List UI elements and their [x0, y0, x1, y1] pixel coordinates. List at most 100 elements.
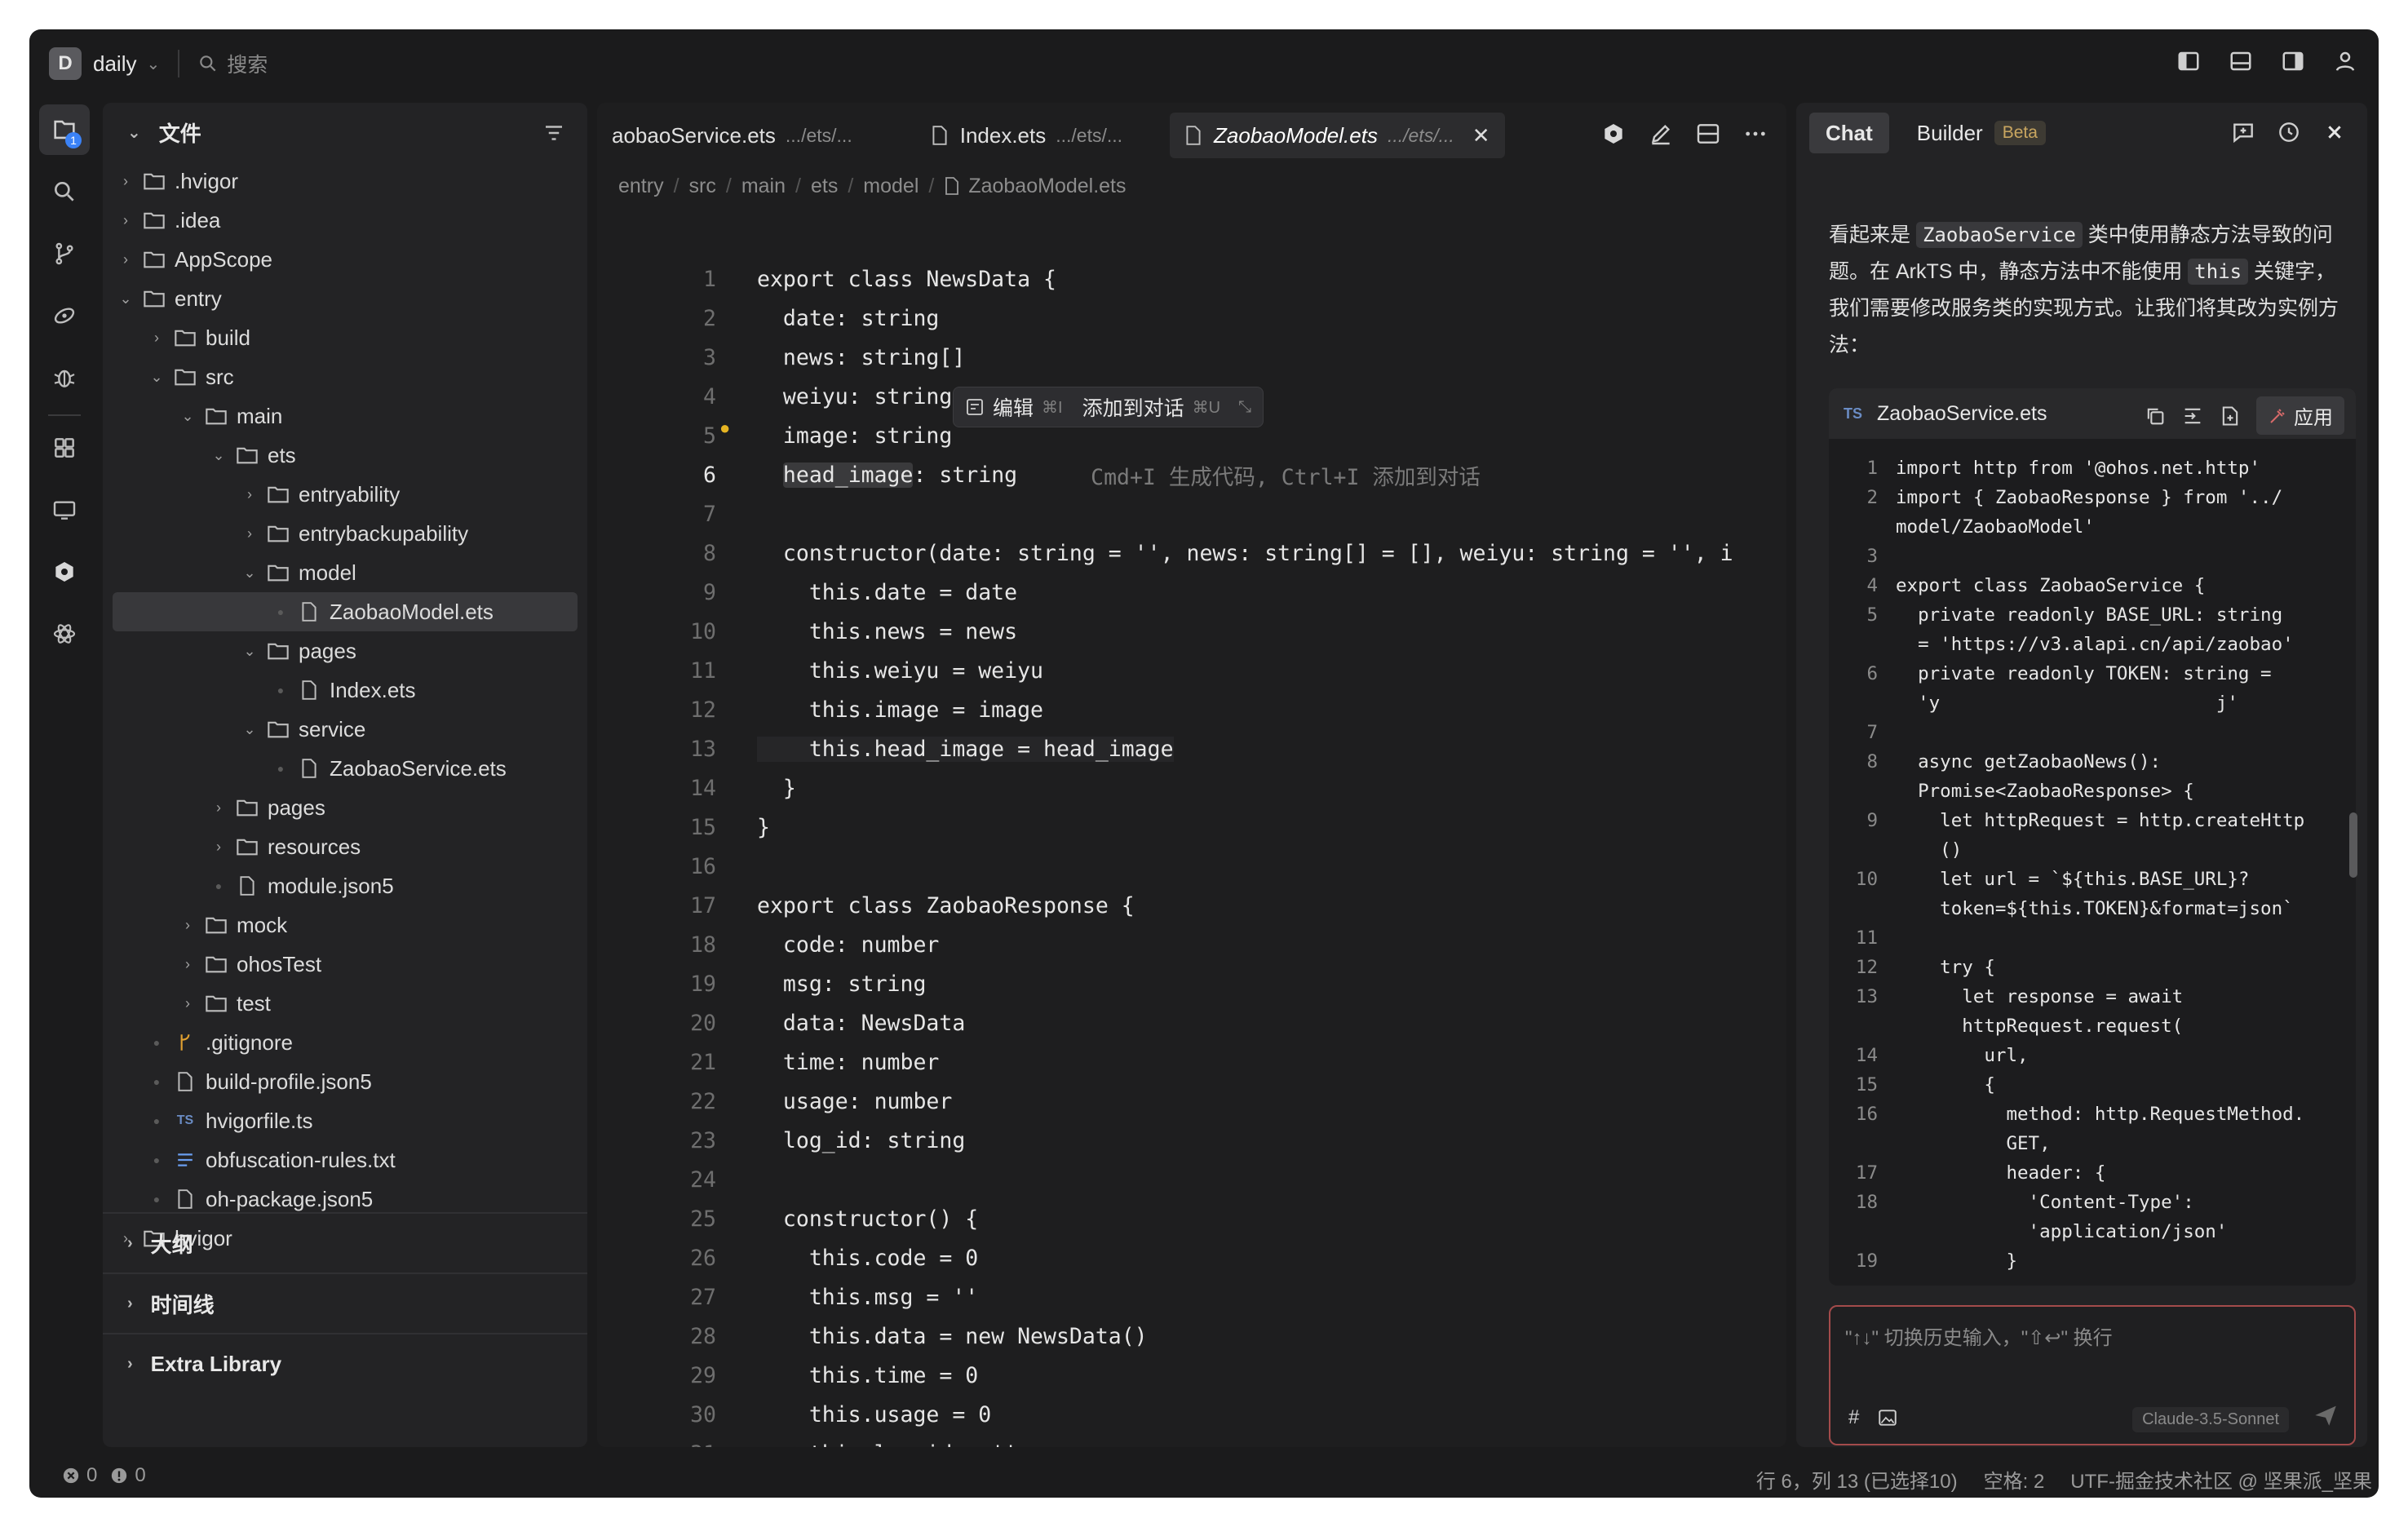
workspace-avatar[interactable]: D: [49, 47, 82, 80]
tree-folder[interactable]: ⌄ pages: [103, 631, 587, 671]
tree-file[interactable]: ● ZaobaoModel.ets: [113, 592, 578, 631]
breadcrumb-item[interactable]: ZaobaoModel.ets: [968, 175, 1126, 198]
close-icon[interactable]: ✕: [1472, 123, 1490, 148]
debug-icon[interactable]: [39, 352, 90, 403]
tab-chat[interactable]: Chat: [1809, 113, 1889, 153]
toggle-left-panel-icon[interactable]: [2175, 47, 2202, 75]
breadcrumb-item[interactable]: main: [741, 175, 786, 198]
tree-folder[interactable]: › AppScope: [103, 240, 587, 279]
close-icon[interactable]: [2322, 119, 2348, 145]
chevron-right-icon[interactable]: ›: [116, 251, 135, 268]
cursor-position[interactable]: 行 6，列 13 (已选择10): [1756, 1465, 1958, 1494]
chevron-down-icon[interactable]: ⌄: [240, 721, 259, 738]
image-icon[interactable]: [1877, 1407, 1898, 1428]
chevron-right-icon[interactable]: ›: [240, 525, 259, 542]
search-icon[interactable]: [197, 53, 219, 74]
explorer-icon[interactable]: 1: [39, 104, 90, 155]
remote-icon[interactable]: [39, 290, 90, 341]
scrollbar[interactable]: [2349, 812, 2357, 878]
chevron-right-icon[interactable]: ›: [209, 799, 228, 817]
code-editor[interactable]: 1 export class NewsData {2 date: string 3 …: [597, 259, 1786, 1448]
tree-folder[interactable]: › .idea: [103, 201, 587, 240]
tree-folder[interactable]: ⌄ main: [103, 396, 587, 436]
chevron-right-icon[interactable]: ›: [116, 173, 135, 190]
account-icon[interactable]: [2331, 47, 2359, 75]
chevron-down-icon[interactable]: ⌄: [147, 369, 166, 386]
tree-folder[interactable]: › entrybackupability: [103, 514, 587, 553]
toggle-bottom-panel-icon[interactable]: [2227, 47, 2255, 75]
chevron-right-icon[interactable]: ›: [240, 486, 259, 503]
tree-file[interactable]: ● Index.ets: [103, 671, 587, 710]
filter-icon[interactable]: [542, 121, 566, 145]
workspace-name[interactable]: daily: [93, 51, 136, 77]
add-to-chat-button[interactable]: 添加到对话: [1082, 392, 1184, 422]
problems-indicator[interactable]: 0 0: [62, 1464, 146, 1487]
tree-folder[interactable]: › ohosTest: [103, 945, 587, 984]
chevron-down-icon[interactable]: ⌄: [209, 447, 228, 464]
chevron-right-icon[interactable]: ›: [209, 839, 228, 856]
breadcrumb-item[interactable]: ets: [811, 175, 838, 198]
chevron-right-icon[interactable]: ›: [127, 1295, 133, 1313]
chevron-down-icon[interactable]: ⌄: [240, 643, 259, 660]
breadcrumb-item[interactable]: model: [863, 175, 918, 198]
split-editor-icon[interactable]: [1695, 121, 1721, 147]
tree-folder[interactable]: ⌄ ets: [103, 436, 587, 475]
chevron-down-icon[interactable]: ⌄: [178, 408, 197, 425]
tree-file[interactable]: ● module.json5: [103, 866, 587, 905]
extensions-icon[interactable]: [39, 423, 90, 473]
tree-folder[interactable]: ⌄ src: [103, 357, 587, 396]
search-icon[interactable]: [39, 166, 90, 217]
copy-icon[interactable]: [2144, 405, 2167, 427]
breadcrumb-item[interactable]: entry: [618, 175, 664, 198]
chevron-down-icon[interactable]: ⌄: [127, 122, 141, 143]
tree-folder[interactable]: › resources: [103, 827, 587, 866]
tab-zaobao-service[interactable]: aobaoService.ets .../ets/...: [597, 113, 867, 158]
chevron-right-icon[interactable]: ›: [127, 1234, 133, 1253]
chevron-down-icon[interactable]: ⌄: [240, 564, 259, 582]
new-file-icon[interactable]: [2219, 405, 2242, 427]
chevron-right-icon[interactable]: ›: [116, 212, 135, 229]
send-icon[interactable]: [2312, 1401, 2339, 1429]
tree-folder[interactable]: ⌄ model: [103, 553, 587, 592]
code-block-filename[interactable]: ZaobaoService.ets: [1877, 402, 2047, 426]
harmony-icon[interactable]: [1600, 121, 1627, 147]
encoding[interactable]: UTF-掘金技术社区 @ 坚果派_坚果: [2070, 1465, 2372, 1494]
tab-zaobao-model[interactable]: ZaobaoModel.ets .../ets/... ✕: [1170, 113, 1505, 158]
tab-builder[interactable]: Builder Beta: [1901, 113, 2062, 153]
tree-folder[interactable]: › build: [103, 318, 587, 357]
tree-folder[interactable]: › mock: [103, 905, 587, 945]
new-chat-icon[interactable]: [2230, 119, 2256, 145]
tree-folder[interactable]: ⌄ entry: [103, 279, 587, 318]
tree-folder[interactable]: ⌄ service: [103, 710, 587, 749]
chevron-right-icon[interactable]: ›: [147, 330, 166, 347]
tree-folder[interactable]: › .hvigor: [103, 162, 587, 201]
tab-index[interactable]: Index.ets .../ets/...: [916, 113, 1137, 158]
device-icon[interactable]: [39, 485, 90, 535]
apply-button[interactable]: 应用: [2256, 396, 2344, 435]
tree-file[interactable]: ● .gitignore: [103, 1023, 587, 1062]
timeline-section[interactable]: › 时间线: [103, 1272, 587, 1333]
chevron-right-icon[interactable]: ›: [178, 917, 197, 934]
chat-input[interactable]: "↑↓" 切换历史输入，"⇧↩" 换行 # Claude-3.5-Sonnet: [1829, 1305, 2356, 1445]
tree-folder[interactable]: › test: [103, 984, 587, 1023]
chevron-down-icon[interactable]: ⌄: [146, 54, 160, 74]
chevron-right-icon[interactable]: ›: [178, 995, 197, 1012]
model-selector[interactable]: Claude-3.5-Sonnet: [2132, 1407, 2289, 1432]
harmony-icon[interactable]: [39, 547, 90, 597]
indentation[interactable]: 空格: 2: [1984, 1465, 2045, 1494]
tree-folder[interactable]: › entryability: [103, 475, 587, 514]
edit-icon[interactable]: [1648, 121, 1674, 147]
hash-icon[interactable]: #: [1848, 1406, 1859, 1429]
tree-file[interactable]: ● TS hvigorfile.ts: [103, 1101, 587, 1140]
expand-icon[interactable]: ⤡: [1238, 398, 1251, 417]
history-icon[interactable]: [2276, 119, 2302, 145]
extra-library-section[interactable]: › Extra Library: [103, 1333, 587, 1393]
chevron-down-icon[interactable]: ⌄: [116, 290, 135, 308]
search-input[interactable]: 搜索: [227, 49, 268, 78]
insert-icon[interactable]: [2181, 405, 2204, 427]
breadcrumb-item[interactable]: src: [689, 175, 716, 198]
source-control-icon[interactable]: [39, 228, 90, 279]
more-icon[interactable]: [1742, 121, 1768, 147]
chevron-right-icon[interactable]: ›: [127, 1355, 133, 1374]
toggle-right-panel-icon[interactable]: [2279, 47, 2307, 75]
